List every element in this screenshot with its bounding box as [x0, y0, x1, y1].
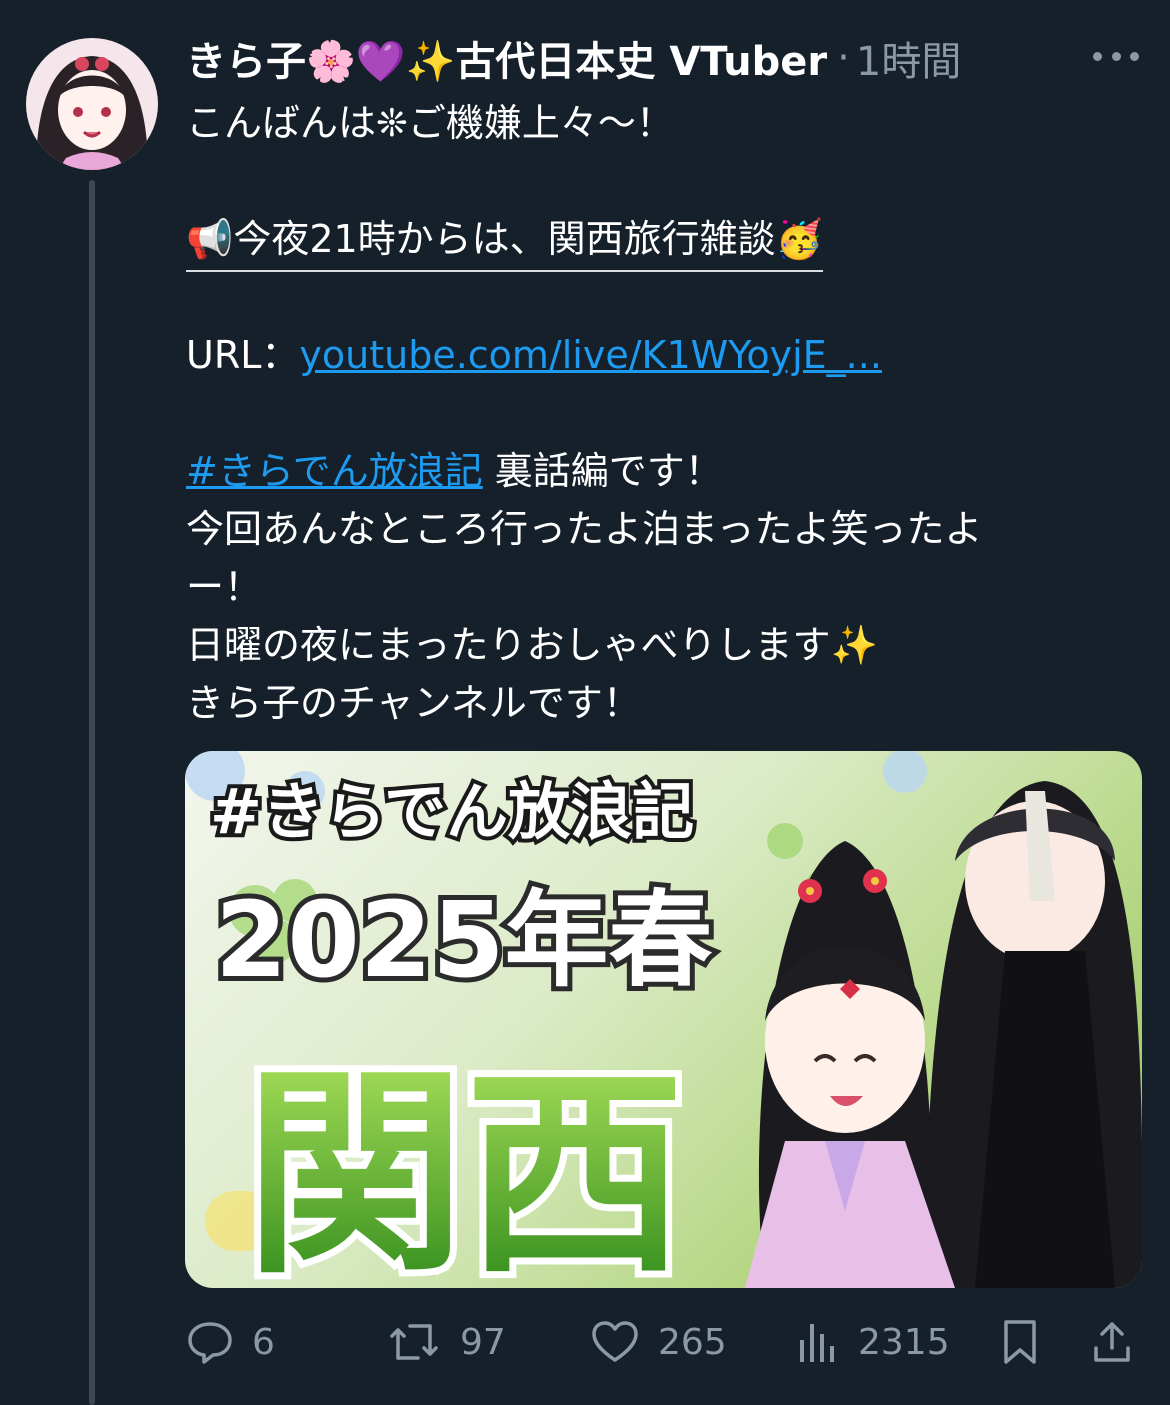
action-bar: 6 97 265 2315 — [186, 1310, 1146, 1374]
text-line: こんばんは❊ご機嫌上々〜！ — [186, 101, 674, 145]
thumbnail-year-title: 2025年春 — [215, 879, 712, 1001]
views-button[interactable]: 2315 — [796, 1310, 950, 1374]
like-icon — [590, 1318, 640, 1366]
thread-line — [89, 180, 95, 1405]
media-thumbnail[interactable]: #きらでん放浪記 2025年春 関西 — [185, 751, 1142, 1288]
share-icon — [1090, 1318, 1134, 1366]
like-button[interactable]: 265 — [590, 1310, 727, 1374]
hashtag-link[interactable]: #きらでん放浪記 — [186, 449, 483, 493]
url-line: URL：youtube.com/live/K1WYoyjE_... — [186, 326, 1086, 384]
separator-dot: · — [837, 35, 850, 81]
display-name[interactable]: きら子🌸💜✨古代日本史 VTuber — [186, 29, 827, 87]
hashtag-line: #きらでん放浪記 裏話編です！ — [186, 442, 1086, 500]
text-line: 今回あんなところ行ったよ泊まったよ笑ったよ — [186, 507, 983, 551]
reply-icon — [186, 1318, 234, 1366]
announcement-line: 📢今夜21時からは、関西旅行雑談🥳 — [186, 210, 823, 272]
youtube-link[interactable]: youtube.com/live/K1WYoyjE_... — [299, 333, 882, 377]
text-line: 日曜の夜にまったりおしゃべりします✨ — [186, 623, 878, 667]
views-count: 2315 — [858, 1321, 950, 1363]
tweet-header: きら子🌸💜✨古代日本史 VTuber · 1時間 — [186, 30, 961, 86]
text-line: きら子のチャンネルです！ — [186, 681, 641, 725]
bookmark-icon — [1000, 1318, 1040, 1366]
reply-button[interactable]: 6 — [186, 1310, 275, 1374]
retweet-button[interactable]: 97 — [386, 1310, 506, 1374]
text-line: ー！ — [186, 565, 263, 609]
retweet-icon — [386, 1318, 442, 1366]
timestamp[interactable]: 1時間 — [856, 29, 961, 87]
like-count: 265 — [658, 1321, 727, 1363]
hashtag-suffix: 裏話編です！ — [482, 449, 723, 493]
avatar[interactable] — [26, 38, 158, 170]
character-illustration — [745, 781, 1142, 1288]
bookmark-button[interactable] — [1000, 1310, 1040, 1374]
tweet-text: こんばんは❊ご機嫌上々〜！ 📢今夜21時からは、関西旅行雑談🥳 URL：yout… — [186, 94, 1086, 732]
thumbnail-region-title: 関西 — [245, 1047, 685, 1288]
views-icon — [796, 1318, 840, 1366]
more-icon[interactable] — [1093, 44, 1139, 68]
retweet-count: 97 — [460, 1321, 506, 1363]
share-button[interactable] — [1090, 1310, 1134, 1374]
thumbnail-hashtag-title: #きらでん放浪記 — [210, 775, 694, 848]
reply-count: 6 — [252, 1321, 275, 1363]
url-label: URL： — [186, 333, 300, 377]
